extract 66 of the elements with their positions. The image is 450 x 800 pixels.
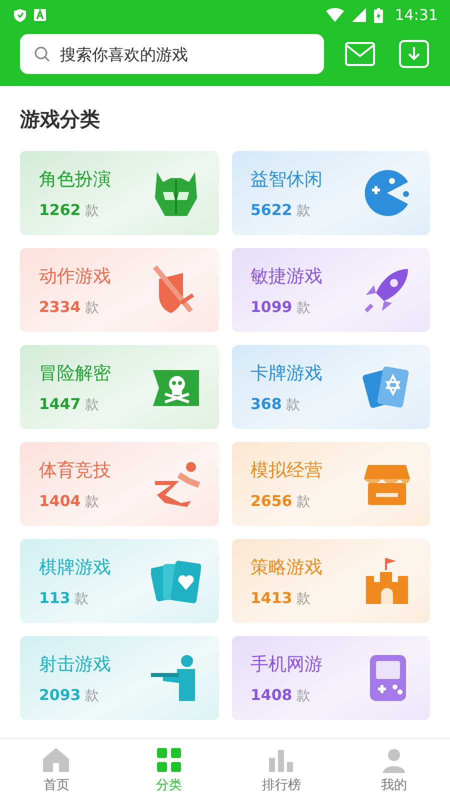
count-unit: 款 bbox=[84, 492, 99, 510]
game-count: 113 bbox=[39, 588, 70, 606]
game-count: 1099 bbox=[250, 298, 292, 316]
count-unit: 款 bbox=[84, 202, 99, 220]
count-unit: 款 bbox=[296, 492, 310, 510]
game-count: 5622 bbox=[250, 200, 292, 218]
game-count: 1413 bbox=[250, 588, 292, 606]
count-unit: 款 bbox=[296, 686, 310, 704]
nav-tab[interactable]: 我的 bbox=[338, 739, 450, 800]
game-count: 1404 bbox=[39, 492, 81, 510]
category-title: 卡牌游戏 bbox=[250, 362, 322, 384]
game-count: 1447 bbox=[39, 394, 81, 412]
count-unit: 款 bbox=[84, 396, 99, 414]
a-icon bbox=[34, 9, 46, 21]
nav-tab[interactable]: 排行榜 bbox=[225, 739, 338, 800]
count-unit: 款 bbox=[296, 202, 310, 220]
category-card[interactable]: 敏捷游戏 1099 款 bbox=[232, 248, 430, 332]
count-unit: 款 bbox=[286, 396, 300, 414]
category-title: 角色扮演 bbox=[39, 168, 111, 190]
category-title: 模拟经营 bbox=[250, 458, 322, 482]
game-count: 2334 bbox=[39, 298, 81, 316]
count-unit: 款 bbox=[74, 590, 88, 608]
clock-time: 14:31 bbox=[394, 6, 438, 24]
category-card[interactable]: 卡牌游戏 368 款 bbox=[232, 345, 430, 429]
category-card[interactable]: 策略游戏 1413 款 bbox=[232, 539, 430, 623]
game-count: 1262 bbox=[39, 200, 81, 218]
wifi-icon bbox=[326, 8, 344, 22]
category-title: 射击游戏 bbox=[39, 652, 111, 676]
download-icon bbox=[399, 40, 429, 68]
count-unit: 款 bbox=[296, 590, 310, 608]
game-count: 368 bbox=[250, 394, 282, 412]
category-title: 棋牌游戏 bbox=[39, 556, 111, 578]
category-title: 策略游戏 bbox=[250, 556, 322, 578]
search-icon bbox=[34, 46, 50, 62]
category-title: 体育竞技 bbox=[39, 458, 111, 482]
category-title: 敏捷游戏 bbox=[250, 264, 322, 288]
pacman-icon bbox=[362, 168, 412, 218]
category-card[interactable]: 冒险解密 1447 款 bbox=[20, 345, 218, 429]
category-card[interactable]: 手机网游 1408 款 bbox=[232, 636, 430, 720]
category-title: 手机网游 bbox=[250, 652, 322, 676]
category-card[interactable]: 益智休闲 5622 款 bbox=[232, 151, 430, 235]
shield-icon bbox=[14, 8, 26, 22]
nav-tab[interactable]: 分类 bbox=[112, 739, 225, 800]
category-card[interactable]: 射击游戏 2093 款 bbox=[20, 636, 218, 720]
count-unit: 款 bbox=[296, 298, 310, 316]
category-title: 冒险解密 bbox=[39, 362, 111, 384]
search-field[interactable]: 搜索你喜欢的游戏 bbox=[20, 34, 324, 74]
category-card[interactable]: 角色扮演 1262 款 bbox=[20, 151, 218, 235]
mail-icon bbox=[345, 42, 375, 66]
category-card[interactable]: 体育竞技 1404 款 bbox=[20, 442, 218, 526]
grid-icon bbox=[154, 746, 183, 774]
category-title: 益智休闲 bbox=[250, 168, 322, 190]
battery-icon bbox=[374, 8, 383, 22]
game-count: 2656 bbox=[250, 492, 292, 510]
home-icon bbox=[42, 746, 70, 774]
nav-tab[interactable]: 首页 bbox=[0, 739, 112, 800]
signal-icon bbox=[352, 8, 366, 22]
category-card[interactable]: 动作游戏 2334 款 bbox=[20, 248, 218, 332]
category-title: 动作游戏 bbox=[39, 264, 111, 288]
count-unit: 款 bbox=[84, 686, 99, 704]
category-card[interactable]: 模拟经营 2656 款 bbox=[232, 442, 430, 526]
count-unit: 款 bbox=[84, 298, 99, 316]
game-count: 1408 bbox=[250, 686, 292, 704]
category-card[interactable]: 棋牌游戏 113 款 bbox=[20, 539, 218, 623]
section-title: 游戏分类 bbox=[20, 106, 101, 133]
game-count: 2093 bbox=[39, 686, 81, 704]
